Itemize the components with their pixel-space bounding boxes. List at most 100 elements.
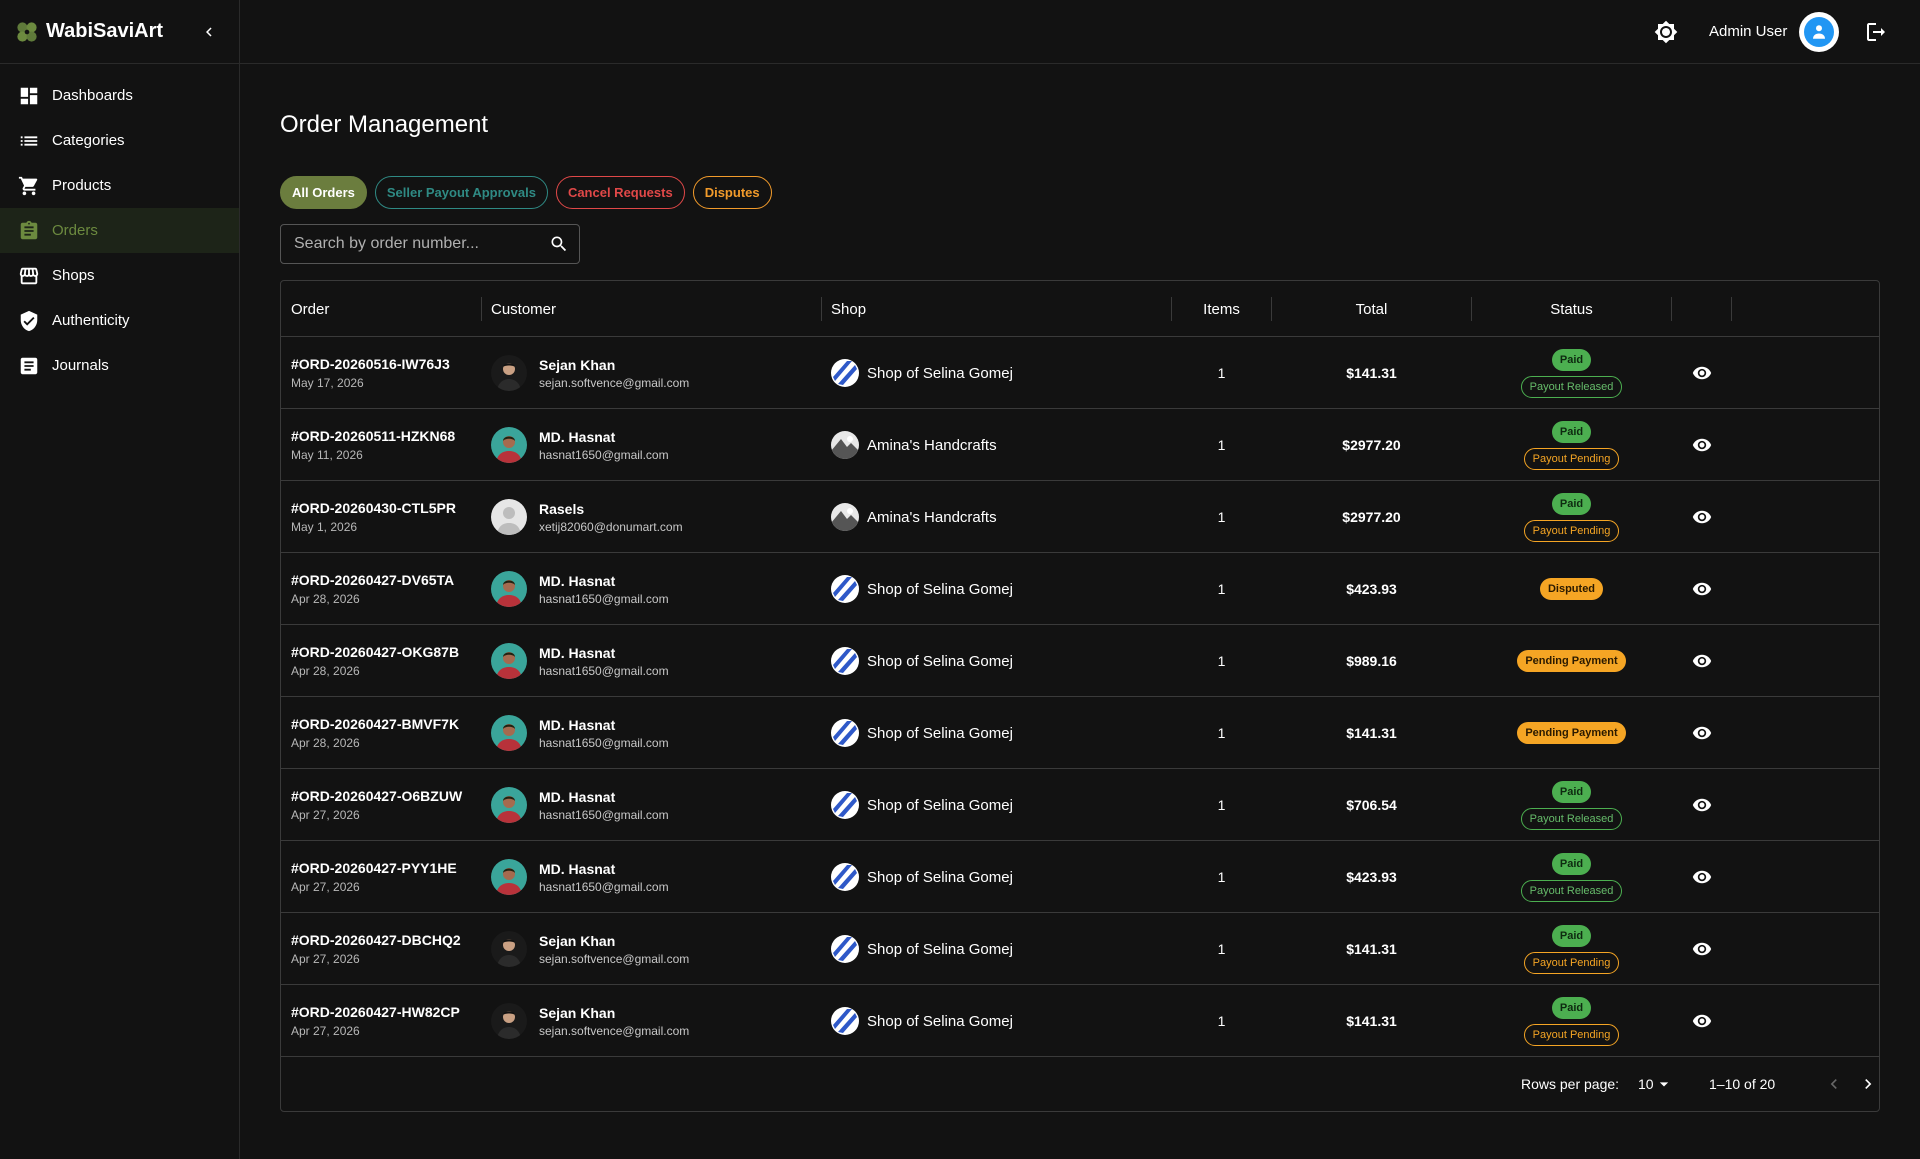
sidebar-item-journals[interactable]: Journals xyxy=(0,343,239,388)
shop-logo xyxy=(831,431,859,459)
sidebar-item-orders[interactable]: Orders xyxy=(0,208,239,253)
customer-email: xetij82060@donumart.com xyxy=(539,519,683,534)
view-order-button[interactable] xyxy=(1688,359,1716,387)
sidebar-item-categories[interactable]: Categories xyxy=(0,118,239,163)
eye-icon xyxy=(1692,942,1711,956)
view-order-button[interactable] xyxy=(1688,863,1716,891)
tab-seller-payout-approvals[interactable]: Seller Payout Approvals xyxy=(374,176,548,209)
shop-logo xyxy=(831,359,859,387)
column-header-total: Total xyxy=(1355,300,1388,318)
payout-status-chip: Payout Pending xyxy=(1523,1023,1620,1046)
status-cell: Paid Payout Pending xyxy=(1472,913,1671,985)
table-row[interactable]: #ORD-20260511-HZKN68 May 11, 2026 MD. Hasn… xyxy=(281,409,1879,481)
order-date: May 1, 2026 xyxy=(291,520,358,534)
chevron-right-icon xyxy=(1865,1079,1872,1089)
table-row[interactable]: #ORD-20260427-OKG87B Apr 28, 2026 MD. Hasn… xyxy=(281,625,1879,697)
shop-name: Shop of Selina Gomej xyxy=(867,1012,1013,1030)
tab-all-orders[interactable]: All Orders xyxy=(280,176,367,209)
view-order-button[interactable] xyxy=(1688,791,1716,819)
tab-cancel-requests[interactable]: Cancel Requests xyxy=(555,176,685,209)
tab-disputes[interactable]: Disputes xyxy=(692,176,772,209)
table-row[interactable]: #ORD-20260427-DV65TA Apr 28, 2026 MD. Hasn… xyxy=(281,553,1879,625)
sidebar-item-label: Products xyxy=(52,177,112,194)
user-avatar[interactable] xyxy=(1799,12,1839,52)
eye-icon xyxy=(1692,438,1711,452)
rows-per-page-select[interactable]: 10 xyxy=(1638,1074,1674,1094)
order-number: #ORD-20260427-DBCHQ2 xyxy=(291,932,461,948)
shop-logo xyxy=(831,719,859,747)
next-page-button[interactable] xyxy=(1854,1070,1882,1098)
theme-toggle-button[interactable] xyxy=(1652,18,1680,46)
customer-email: hasnat1650@gmail.com xyxy=(539,591,669,606)
view-order-button[interactable] xyxy=(1688,935,1716,963)
customer-name: Rasels xyxy=(539,500,585,517)
order-number: #ORD-20260427-HW82CP xyxy=(291,1004,460,1020)
sidebar-item-products[interactable]: Products xyxy=(0,163,239,208)
status-cell: Paid Payout Released xyxy=(1472,337,1671,409)
table-row[interactable]: #ORD-20260427-PYY1HE Apr 27, 2026 MD. Hasn… xyxy=(281,841,1879,913)
view-order-button[interactable] xyxy=(1688,431,1716,459)
rows-per-page-value: 10 xyxy=(1638,1076,1654,1092)
status-cell: Paid Payout Pending xyxy=(1472,985,1671,1057)
user-icon xyxy=(1813,25,1825,39)
order-date: Apr 27, 2026 xyxy=(291,880,360,894)
shop-name: Shop of Selina Gomej xyxy=(867,724,1013,742)
topbar: Admin User xyxy=(240,0,1920,64)
order-cell: #ORD-20260516-IW76J3 May 17, 2026 xyxy=(291,337,450,409)
items-count: 1 xyxy=(1217,869,1226,885)
table-row[interactable]: #ORD-20260427-DBCHQ2 Apr 27, 2026 Sejan Kh… xyxy=(281,913,1879,985)
customer-name: MD. Hasnat xyxy=(539,716,616,733)
search-input[interactable] xyxy=(281,235,539,253)
sidebar-item-label: Orders xyxy=(52,222,98,239)
table-row[interactable]: #ORD-20260430-CTL5PR May 1, 2026 Rasels xet… xyxy=(281,481,1879,553)
table-row[interactable]: #ORD-20260427-BMVF7K Apr 28, 2026 MD. Hasn… xyxy=(281,697,1879,769)
customer-name: Sejan Khan xyxy=(539,932,616,949)
arrow-drop-down-icon xyxy=(1659,1082,1668,1087)
sidebar-item-shops[interactable]: Shops xyxy=(0,253,239,298)
collapse-sidebar-button[interactable] xyxy=(195,18,223,46)
eye-icon xyxy=(1692,366,1711,380)
payout-status-chip: Payout Released xyxy=(1520,807,1623,830)
sidebar-item-authenticity[interactable]: Authenticity xyxy=(0,298,239,343)
order-cell: #ORD-20260427-DBCHQ2 Apr 27, 2026 xyxy=(291,913,461,985)
view-order-button[interactable] xyxy=(1688,575,1716,603)
shop-cell: Shop of Selina Gomej xyxy=(831,769,1013,841)
orders-table: Order Customer Shop Items Total Status #… xyxy=(280,280,1880,1112)
customer-avatar xyxy=(491,355,527,391)
view-order-button[interactable] xyxy=(1688,503,1716,531)
order-date: Apr 28, 2026 xyxy=(291,664,360,678)
logout-button[interactable] xyxy=(1862,18,1890,46)
customer-name: MD. Hasnat xyxy=(539,428,616,445)
sidebar-item-dashboards[interactable]: Dashboards xyxy=(0,73,239,118)
column-header-customer: Customer xyxy=(491,300,557,318)
eye-icon xyxy=(1692,798,1711,812)
order-status-chip: Paid xyxy=(1551,492,1592,515)
previous-page-button[interactable] xyxy=(1820,1070,1848,1098)
order-status-chip: Disputed xyxy=(1539,578,1604,600)
customer-cell: MD. Hasnat hasnat1650@gmail.com xyxy=(491,769,669,841)
pagination-range: 1–10 of 20 xyxy=(1709,1076,1776,1092)
clipboard-icon xyxy=(20,220,38,239)
search-button[interactable] xyxy=(539,224,579,264)
article-icon xyxy=(20,357,38,374)
status-cell: Paid Payout Pending xyxy=(1472,481,1671,553)
brightness-icon xyxy=(1654,20,1678,44)
order-number: #ORD-20260516-IW76J3 xyxy=(291,356,450,372)
table-row[interactable]: #ORD-20260427-O6BZUW Apr 27, 2026 MD. Hasn… xyxy=(281,769,1879,841)
order-status-chip: Paid xyxy=(1551,420,1592,443)
search-icon xyxy=(551,236,567,252)
order-status-chip: Paid xyxy=(1551,996,1592,1019)
order-cell: #ORD-20260427-PYY1HE Apr 27, 2026 xyxy=(291,841,457,913)
shop-name: Shop of Selina Gomej xyxy=(867,364,1013,382)
table-row[interactable]: #ORD-20260427-HW82CP Apr 27, 2026 Sejan Kh… xyxy=(281,985,1879,1057)
view-order-button[interactable] xyxy=(1688,1007,1716,1035)
order-date: May 11, 2026 xyxy=(291,448,363,462)
status-cell: Paid Payout Released xyxy=(1472,841,1671,913)
customer-email: sejan.softvence@gmail.com xyxy=(539,375,690,390)
items-count: 1 xyxy=(1217,581,1226,597)
view-order-button[interactable] xyxy=(1688,719,1716,747)
table-row[interactable]: #ORD-20260516-IW76J3 May 17, 2026 Sejan Kh… xyxy=(281,337,1879,409)
sidebar-item-label: Categories xyxy=(52,132,125,149)
order-date: Apr 28, 2026 xyxy=(291,592,360,606)
view-order-button[interactable] xyxy=(1688,647,1716,675)
